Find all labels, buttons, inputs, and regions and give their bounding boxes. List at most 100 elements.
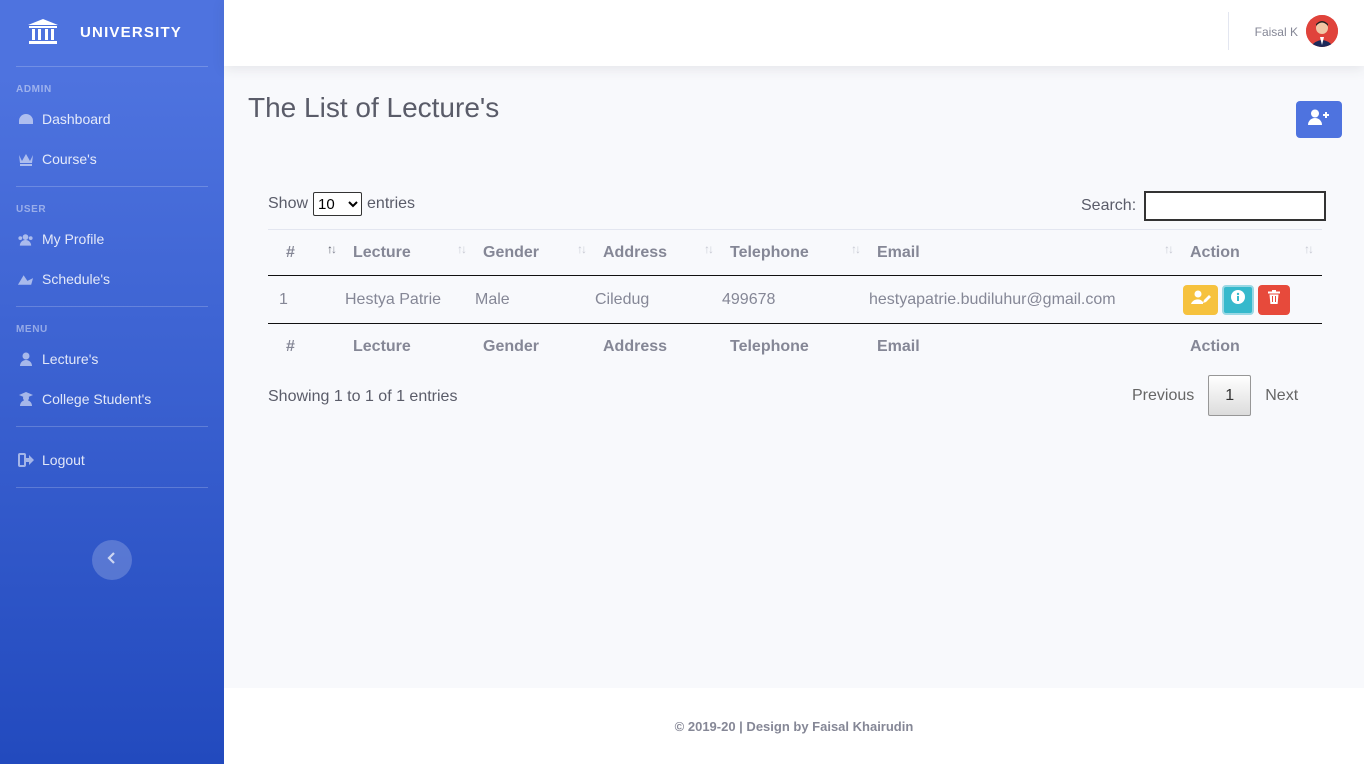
chevron-left-icon — [107, 551, 117, 569]
sort-icon: ↑↓ — [1164, 242, 1174, 256]
sidebar-item-label: College Student's — [42, 391, 152, 407]
search-label: Search: — [1081, 197, 1137, 214]
column-header-lecture[interactable]: Lecture ↑↓ — [345, 229, 475, 276]
footer-column-action: Action — [1182, 323, 1322, 370]
sidebar-item-logout[interactable]: Logout — [0, 440, 224, 480]
trash-icon — [1268, 290, 1280, 309]
cell-email: hestyapatrie.budiluhur@gmail.com — [869, 290, 1116, 308]
column-header-telephone[interactable]: Telephone ↑↓ — [722, 229, 869, 276]
column-label: Lecture — [353, 243, 411, 261]
previous-page-button[interactable]: Previous — [1118, 375, 1208, 416]
column-header-no[interactable]: # ↑↓ — [268, 229, 345, 276]
sort-icon: ↑↓ — [704, 242, 714, 256]
sidebar-item-dashboard[interactable]: Dashboard — [0, 99, 224, 139]
user-edit-icon — [1190, 290, 1211, 309]
column-label: Email — [877, 243, 920, 261]
brand[interactable]: UNIVERSITY — [0, 0, 224, 64]
detail-button[interactable] — [1222, 284, 1254, 315]
sidebar-item-schedules[interactable]: Schedule's — [0, 259, 224, 299]
footer-column-lecture: Lecture — [345, 323, 475, 370]
column-label: Action — [1190, 243, 1240, 261]
column-label: Gender — [483, 243, 540, 261]
cell-lecture: Hestya Patrie — [345, 290, 442, 308]
sidebar-item-label: Dashboard — [42, 111, 111, 127]
sort-icon: ↑↓ — [1304, 242, 1314, 256]
user-icon — [17, 351, 34, 368]
cell-gender: Male — [475, 290, 510, 308]
sidebar-heading-menu: MENU — [16, 324, 48, 335]
column-label: Telephone — [730, 243, 809, 261]
sidebar-item-courses[interactable]: Course's — [0, 139, 224, 179]
add-lecture-button[interactable] — [1296, 101, 1342, 138]
edit-button[interactable] — [1183, 284, 1218, 315]
sidebar-item-label: Course's — [42, 151, 97, 167]
sidebar-divider — [16, 306, 208, 307]
search-input[interactable] — [1144, 191, 1327, 221]
page-title: The List of Lecture's — [248, 92, 500, 123]
sidebar-divider — [16, 186, 208, 187]
cell-address: Ciledug — [595, 290, 650, 308]
show-label: Show — [268, 195, 309, 212]
entries-label: entries — [367, 195, 416, 212]
sidebar-item-lectures[interactable]: Lecture's — [0, 339, 224, 379]
sidebar-item-my-profile[interactable]: My Profile — [0, 219, 224, 259]
page-length-select[interactable]: 102550100 — [313, 192, 363, 216]
sort-asc-icon: ↑↓ — [327, 242, 337, 256]
table-header-row: # ↑↓ Lecture ↑↓ Gender ↑↓ Address ↑↓ Telepho… — [268, 229, 1322, 276]
sidebar-item-label: My Profile — [42, 231, 105, 247]
next-page-button[interactable]: Next — [1251, 375, 1312, 416]
footer-column-address: Address — [595, 323, 722, 370]
footer-column-gender: Gender — [475, 323, 595, 370]
tachometer-icon — [17, 111, 34, 128]
schedule-icon — [17, 271, 34, 288]
sidebar: UNIVERSITY ADMIN Dashboard Course's USER… — [0, 0, 224, 764]
column-header-action[interactable]: Action ↑↓ — [1182, 229, 1322, 276]
users-icon — [17, 231, 34, 248]
topbar-divider — [1228, 12, 1229, 50]
page-length-control: Show 102550100 entries — [268, 192, 415, 216]
column-label: # — [286, 243, 295, 261]
lectures-table: # ↑↓ Lecture ↑↓ Gender ↑↓ Address ↑↓ Telepho… — [268, 229, 1322, 370]
sort-icon: ↑↓ — [457, 242, 467, 256]
cell-actions — [1182, 276, 1322, 324]
sort-icon: ↑↓ — [851, 242, 861, 256]
cell-no: 1 — [279, 290, 288, 308]
user-graduate-icon — [17, 391, 34, 408]
sidebar-heading-admin: ADMIN — [16, 84, 52, 95]
footer-column-telephone: Telephone — [722, 323, 869, 370]
column-header-address[interactable]: Address ↑↓ — [595, 229, 722, 276]
info-circle-icon — [1231, 290, 1245, 309]
copyright-text: © 2019-20 | Design by Faisal Khairudin — [674, 718, 914, 734]
pagination: Previous 1 Next — [1118, 375, 1312, 416]
sort-icon: ↑↓ — [577, 242, 587, 256]
page-button-current[interactable]: 1 — [1208, 375, 1252, 416]
user-name[interactable]: Faisal K — [1255, 25, 1298, 39]
table-footer-row: # Lecture Gender Address Telephone Email… — [268, 323, 1322, 370]
delete-button[interactable] — [1258, 284, 1290, 315]
sidebar-item-college-students[interactable]: College Student's — [0, 379, 224, 419]
sidebar-item-label: Schedule's — [42, 271, 111, 287]
cell-telephone: 499678 — [722, 290, 776, 308]
chess-queen-icon — [17, 151, 34, 168]
sidebar-divider — [16, 66, 208, 67]
footer-column-no: # — [268, 323, 345, 370]
topbar: Faisal K — [224, 0, 1364, 66]
sign-out-icon — [17, 452, 34, 469]
column-label: Address — [603, 243, 668, 261]
column-header-email[interactable]: Email ↑↓ — [869, 229, 1182, 276]
sidebar-divider — [16, 487, 208, 488]
table-row: 1 Hestya Patrie Male Ciledug 499678 hest… — [268, 276, 1322, 324]
table-info: Showing 1 to 1 of 1 entries — [268, 388, 458, 405]
university-icon — [27, 16, 59, 48]
column-header-gender[interactable]: Gender ↑↓ — [475, 229, 595, 276]
sidebar-heading-user: USER — [16, 204, 47, 215]
footer-column-email: Email — [869, 323, 1182, 370]
sidebar-item-label: Logout — [42, 452, 85, 468]
sidebar-item-label: Lecture's — [42, 351, 99, 367]
footer: © 2019-20 | Design by Faisal Khairudin — [224, 688, 1364, 764]
sidebar-divider — [16, 426, 208, 427]
user-plus-icon — [1308, 109, 1330, 130]
sidebar-toggle-button[interactable] — [92, 540, 132, 580]
search-control: Search: — [1081, 191, 1327, 221]
avatar[interactable] — [1306, 15, 1338, 47]
